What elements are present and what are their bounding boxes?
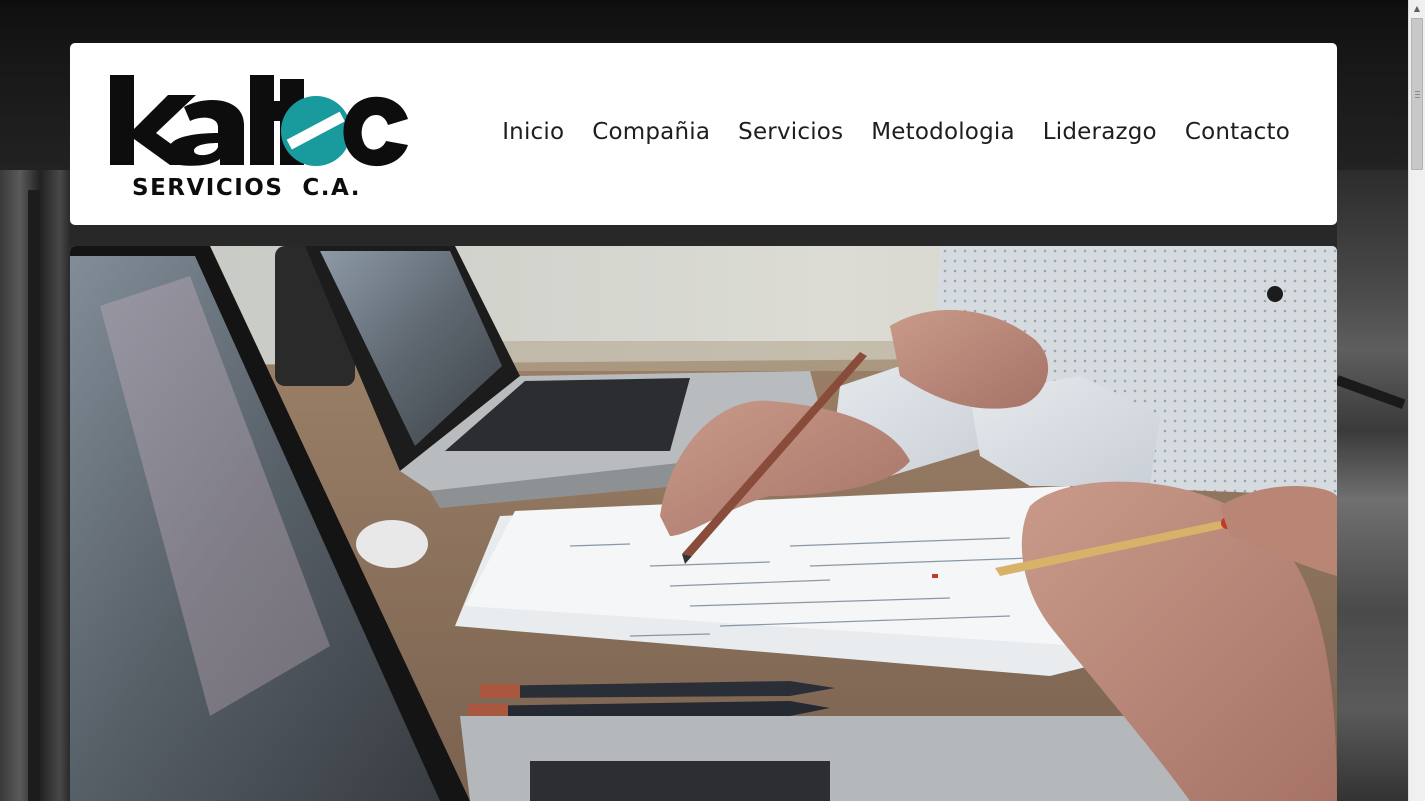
vertical-scrollbar[interactable]: ▲ [1408, 0, 1425, 801]
nav-item-inicio[interactable]: Inicio [502, 119, 564, 145]
kaltec-logo-image: SERVICIOS C.A. [110, 75, 408, 201]
kaltec-logo[interactable]: SERVICIOS C.A. [110, 71, 410, 201]
site-header: SERVICIOS C.A. Inicio Compañia Servicios… [70, 43, 1337, 225]
arrow-up-icon[interactable]: ▲ [1409, 0, 1425, 17]
nav-item-liderazgo[interactable]: Liderazgo [1043, 119, 1157, 145]
office-desk-photo [70, 246, 1337, 801]
nav-item-servicios[interactable]: Servicios [738, 119, 843, 145]
hero-image [70, 246, 1337, 801]
nav-item-contacto[interactable]: Contacto [1185, 119, 1290, 145]
scrollbar-grip [1415, 91, 1420, 98]
logo-subtitle: SERVICIOS C.A. [132, 175, 361, 201]
nav-item-metodologia[interactable]: Metodologia [871, 119, 1015, 145]
nav-item-compania[interactable]: Compañia [592, 119, 710, 145]
page: SERVICIOS C.A. Inicio Compañia Servicios… [0, 0, 1425, 801]
background-right-edge [1335, 170, 1408, 801]
scrollbar-thumb[interactable] [1411, 18, 1423, 170]
background-left-edge [0, 170, 70, 801]
main-navigation: Inicio Compañia Servicios Metodologia Li… [502, 119, 1290, 145]
